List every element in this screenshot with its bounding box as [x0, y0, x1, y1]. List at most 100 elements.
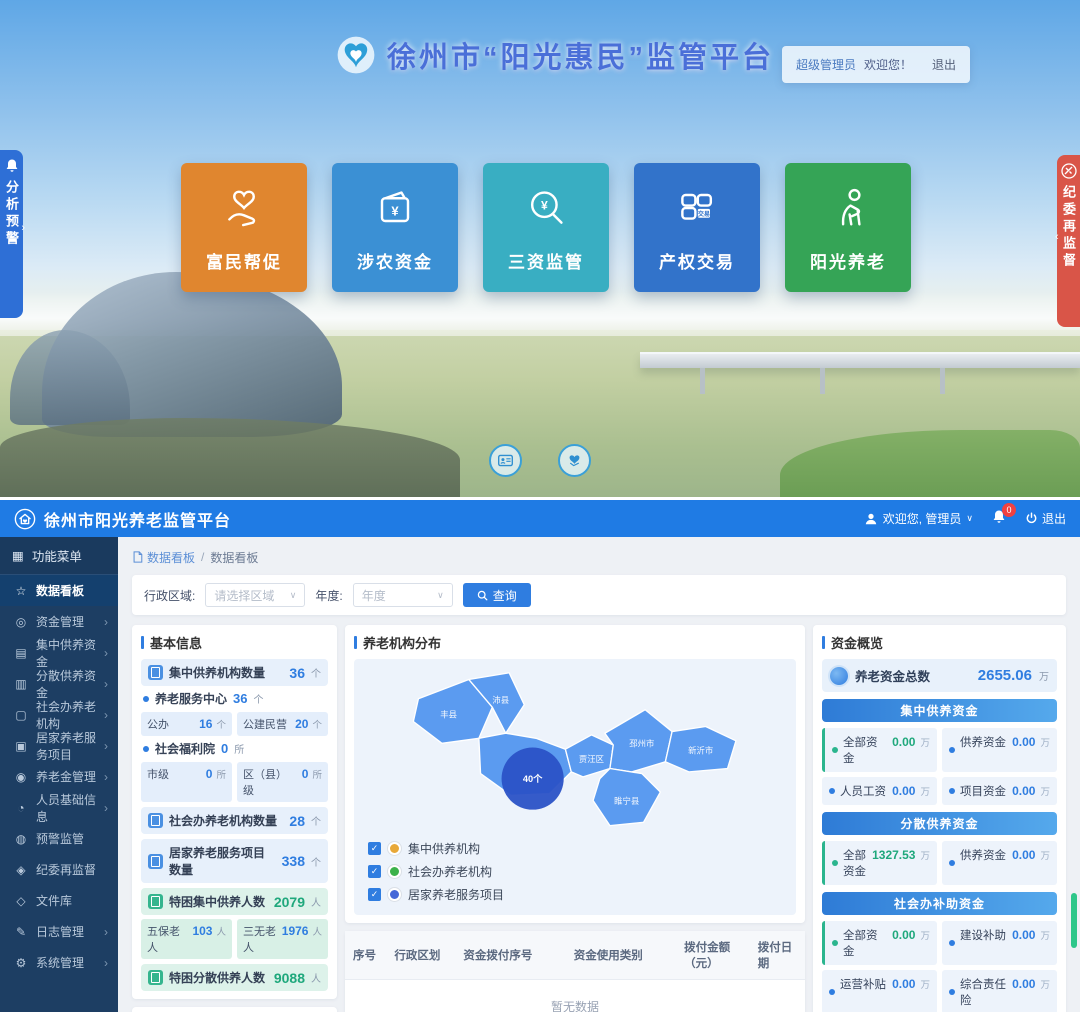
hero-logout-button[interactable]: 退出 — [932, 56, 956, 73]
district-label: 邳州市 — [629, 739, 654, 749]
year-select[interactable]: 年度 ∨ — [353, 583, 453, 607]
col-header: 资金使用类别 — [566, 931, 676, 980]
stat-service-centers: 养老服务中心 36 个 — [141, 686, 328, 708]
analysis-alert-ribbon[interactable]: 分析预警 › — [0, 150, 23, 318]
coin-icon — [830, 667, 848, 685]
xuzhou-district-map[interactable]: 丰县 沛县 贾汪区 邳州市 新沂市 睢宁县 40个 — [358, 661, 798, 829]
map-legend-social: ✓ 社会办养老机构 — [368, 863, 792, 880]
col-header: 拨付金额（元） — [676, 931, 750, 980]
alert-icon: ◍ — [14, 832, 28, 846]
chevron-right-icon: › — [104, 646, 108, 660]
funds-overview-title: 资金概览 — [831, 633, 883, 652]
warning-info-panel: 预警信息 预警总数 0 条 — [132, 1007, 337, 1012]
tile-yangguang-yanglao[interactable]: 阳光养老 — [785, 163, 911, 292]
fund-cell: 全部资金0.00万 — [822, 921, 937, 965]
sidebar-item-decentralized-funds[interactable]: ▥ 分散供养资金 › — [0, 668, 118, 699]
col-header: 行政区划 — [386, 931, 455, 980]
title-bar — [822, 636, 825, 649]
fund-cell: 供养资金0.00万 — [942, 841, 1057, 885]
chevron-right-icon: › — [104, 925, 108, 939]
district-label: 睢宁县 — [614, 796, 639, 806]
sidebar-item-label: 居家养老服务项目 — [36, 729, 96, 763]
stat-pair-public: 公办16个 公建民营20个 — [141, 712, 328, 736]
breadcrumb-root[interactable]: 数据看板 — [132, 549, 195, 566]
dashboard-brand: 徐州市阳光养老监管平台 — [14, 507, 231, 531]
sidebar-item-discipline-supervision[interactable]: ◈ 纪委再监督 — [0, 854, 118, 885]
hand-heart-icon — [218, 182, 270, 234]
stat-centralized-institutions: 集中供养机构数量 36 个 — [141, 659, 328, 686]
stat-home-projects: 居家养老服务项目数量 338 个 — [141, 839, 328, 883]
sidebar-item-pension-management[interactable]: ◉ 养老金管理 › — [0, 761, 118, 792]
region-select[interactable]: 请选择区域 ∨ — [205, 583, 305, 607]
chevron-right-icon: › — [104, 615, 108, 629]
basic-info-title: 基本信息 — [150, 633, 202, 652]
sidebar-item-home-service-projects[interactable]: ▣ 居家养老服务项目 › — [0, 730, 118, 761]
sidebar-item-file-library[interactable]: ◇ 文件库 — [0, 885, 118, 916]
pencil-icon: ✎ — [14, 925, 28, 939]
stat-welfare-homes: 社会福利院 0 所 — [141, 736, 328, 758]
legend-dot-icon — [388, 865, 401, 878]
chevron-right-icon: › — [21, 222, 25, 234]
search-icon — [477, 590, 488, 601]
coin-icon: ◎ — [14, 615, 28, 629]
sidebar-item-personnel-info[interactable]: ◔ 人员基础信息 › — [0, 792, 118, 823]
section-decentralized-funds: 分散供养资金 — [822, 812, 1057, 835]
tile-fumin-bangcu[interactable]: 富民帮促 — [181, 163, 307, 292]
sidebar: ▦ 功能菜单 ☆ 数据看板 ◎ 资金管理 › ▤ 集中供养资金 › ▥ 分散供养… — [0, 537, 118, 1012]
fund-cell: 供养资金0.00万 — [942, 728, 1057, 772]
sidebar-item-label: 预警监管 — [36, 830, 84, 847]
fund-cell: 人员工资0.00万 — [822, 777, 937, 805]
checkbox-checked-icon[interactable]: ✓ — [368, 865, 381, 878]
menu-header-label: 功能菜单 — [32, 546, 82, 565]
fund-cell: 运营补贴0.00万 — [822, 970, 937, 1012]
id-card-icon[interactable] — [489, 444, 522, 477]
stat-pair-level: 市级0所 区（县）级0所 — [141, 762, 328, 802]
map-legend-centralized: ✓ 集中供养机构 — [368, 840, 792, 857]
sidebar-item-centralized-funds[interactable]: ▤ 集中供养资金 › — [0, 637, 118, 668]
magnifier-yuan-icon: ¥ — [520, 182, 572, 234]
heart-hands-icon[interactable] — [558, 444, 591, 477]
fund-cell: 全部资金1327.53万 — [822, 841, 937, 885]
sidebar-item-data-dashboard[interactable]: ☆ 数据看板 — [0, 575, 118, 606]
sidebar-item-log-management[interactable]: ✎ 日志管理 › — [0, 916, 118, 947]
checkbox-checked-icon[interactable]: ✓ — [368, 842, 381, 855]
fund-cell: 项目资金0.00万 — [942, 777, 1057, 805]
trade-blocks-icon: 交易 — [671, 182, 723, 234]
notification-bell[interactable]: 0 — [991, 509, 1007, 528]
sidebar-item-alert-supervision[interactable]: ◍ 预警监管 — [0, 823, 118, 854]
sidebar-item-label: 纪委再监督 — [36, 861, 96, 878]
tile-label: 产权交易 — [659, 248, 735, 273]
sidebar-item-fund-management[interactable]: ◎ 资金管理 › — [0, 606, 118, 637]
funds-overview-panel: 资金概览 养老资金总数 2655.06 万 集中供养资金 全部资金0.00万 供… — [813, 625, 1066, 1012]
hero-float-icons — [489, 444, 591, 477]
col-header: 拨付日期 — [750, 931, 805, 980]
sidebar-item-system-management[interactable]: ⚙ 系统管理 › — [0, 947, 118, 978]
tile-sanzi-jianguan[interactable]: ¥ 三资监管 — [483, 163, 609, 292]
search-button[interactable]: 查询 — [463, 583, 531, 607]
gear-icon: ⚙ — [14, 956, 28, 970]
user-menu[interactable]: 欢迎您, 管理员 ∨ — [864, 510, 973, 527]
platform-logo-icon — [335, 34, 377, 76]
discipline-supervision-ribbon[interactable]: 纪委再监督 ‹ — [1057, 155, 1080, 327]
district-label: 丰县 — [440, 709, 457, 719]
grid-icon: ▦ — [12, 548, 24, 563]
tile-chanquan-jiaoyi[interactable]: 交易 产权交易 — [634, 163, 760, 292]
scrollbar-thumb[interactable] — [1071, 893, 1077, 948]
stat-decentralized-supported: 特困分散供养人数 9088 人 — [141, 964, 328, 991]
tile-shenong-zijin[interactable]: ¥ 涉农资金 — [332, 163, 458, 292]
sidebar-item-label: 数据看板 — [36, 582, 84, 599]
doc-badge-icon — [148, 970, 163, 985]
map-panel: 养老机构分布 — [345, 625, 805, 923]
coin-icon: ◉ — [14, 770, 28, 784]
shield-icon: ◈ — [14, 863, 28, 877]
star-icon: ☆ — [14, 584, 28, 598]
welcome-label: 欢迎您, 管理员 — [883, 510, 962, 527]
sidebar-item-social-institutions[interactable]: ▢ 社会办养老机构 › — [0, 699, 118, 730]
hero-role-label: 超级管理员 — [796, 56, 856, 73]
map-legend-home: ✓ 居家养老服务项目 — [368, 886, 792, 903]
logout-button[interactable]: 退出 — [1025, 510, 1066, 527]
fund-cell: 建设补助0.00万 — [942, 921, 1057, 965]
folder-icon: ◇ — [14, 894, 28, 908]
checkbox-checked-icon[interactable]: ✓ — [368, 888, 381, 901]
col-header: 序号 — [345, 931, 386, 980]
